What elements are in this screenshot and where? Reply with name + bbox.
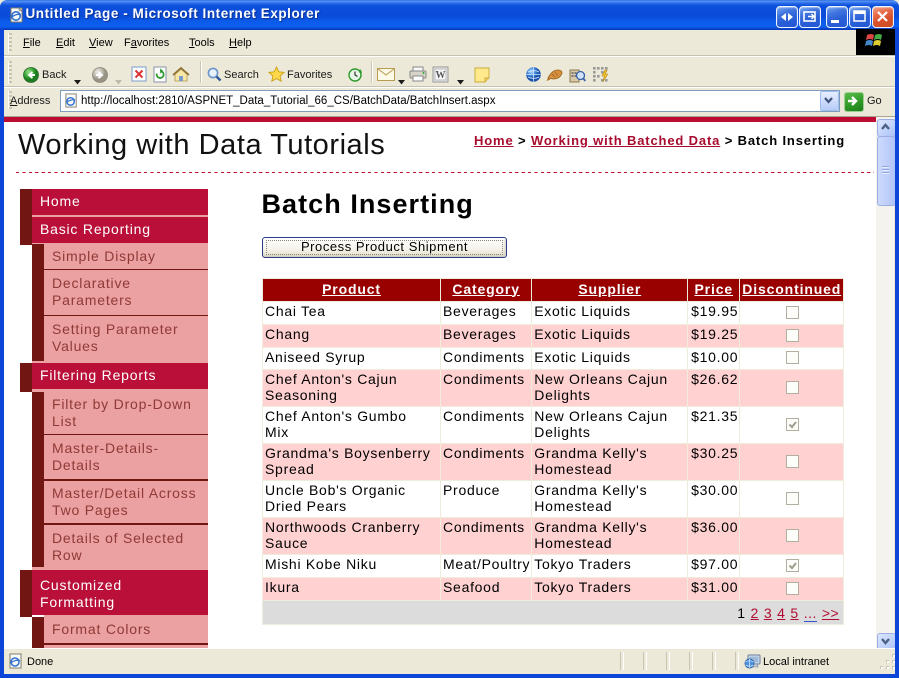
svg-text:W: W [436,70,446,81]
